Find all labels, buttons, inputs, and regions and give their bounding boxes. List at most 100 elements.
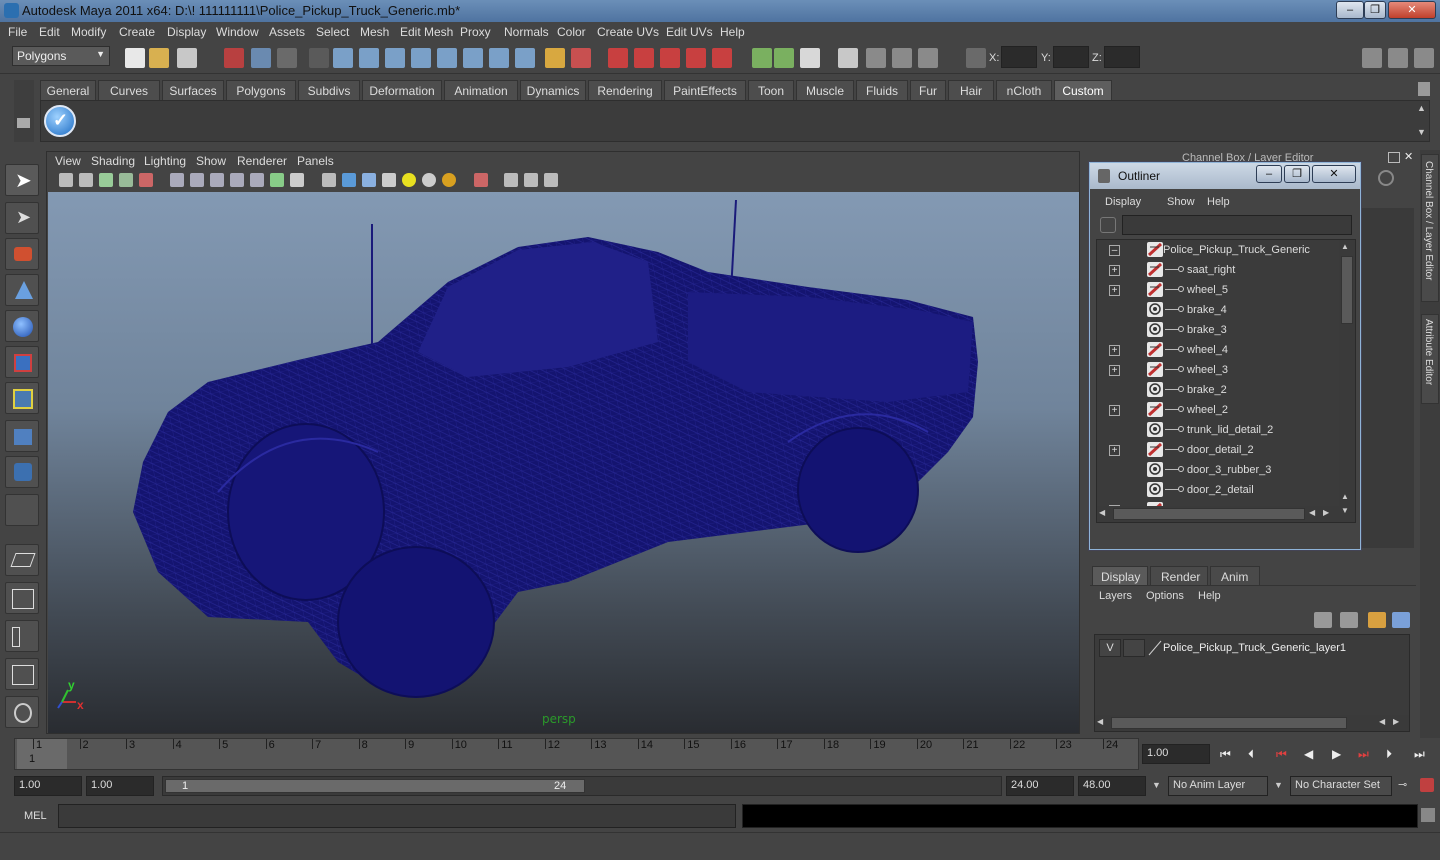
new-empty-layer-icon[interactable] [1368, 612, 1386, 628]
layer-menu-layers[interactable]: Layers [1099, 590, 1132, 602]
select-tool-icon[interactable]: ➤ [5, 164, 39, 196]
y-field[interactable] [1053, 46, 1089, 68]
resolution-gate-icon[interactable] [210, 173, 224, 187]
layer-type-toggle[interactable] [1123, 639, 1145, 657]
xray-components-icon[interactable] [544, 173, 558, 187]
attribute-editor-toggle-icon[interactable] [1362, 48, 1382, 68]
film-gate-icon[interactable] [190, 173, 204, 187]
textured-icon[interactable] [382, 173, 396, 187]
snap-point-icon[interactable] [660, 48, 680, 68]
two-d-pan-zoom-icon[interactable] [139, 173, 153, 187]
scroll-up-icon[interactable]: ▲ [1341, 242, 1353, 254]
collapse-icon[interactable]: – [1109, 245, 1120, 256]
outliner-search-input[interactable] [1122, 215, 1352, 235]
command-input[interactable] [58, 804, 736, 828]
character-set-chevron-icon[interactable]: ▼ [1274, 780, 1283, 790]
safe-title-icon[interactable] [290, 173, 304, 187]
play-forwards-icon[interactable]: ▶ [1332, 748, 1346, 760]
playback-end-field[interactable]: 24.00 [1006, 776, 1074, 796]
outliner-item[interactable]: door_2_detail [1105, 480, 1341, 500]
layer-hscroll-thumb[interactable] [1111, 717, 1347, 729]
character-set-dropdown[interactable]: No Character Set [1290, 776, 1392, 796]
shadows-icon[interactable] [442, 173, 456, 187]
layer-name[interactable]: Police_Pickup_Truck_Generic_layer1 [1163, 642, 1346, 654]
outliner-item[interactable]: brake_2 [1105, 380, 1341, 400]
anim-layer-chevron-icon[interactable]: ▼ [1152, 780, 1161, 790]
channel-box-icon[interactable] [1378, 170, 1394, 186]
menu-mesh[interactable]: Mesh [360, 25, 389, 39]
hypershade-layout-icon[interactable] [5, 696, 39, 728]
move-layer-up-icon[interactable] [1314, 612, 1332, 628]
wireframe-on-shaded-icon[interactable] [362, 173, 376, 187]
layer-tab-display[interactable]: Display [1092, 566, 1148, 586]
play-backwards-icon[interactable]: ◀ [1304, 748, 1318, 760]
graph-editor-layout-icon[interactable] [5, 658, 39, 690]
mask-dropdown-icon[interactable] [309, 48, 329, 68]
layer-tab-anim[interactable]: Anim [1210, 566, 1260, 586]
select-deformations-icon[interactable] [437, 48, 457, 68]
layer-scroll-left-small-icon[interactable]: ◀ [1379, 717, 1391, 729]
outliner-hscrollbar[interactable]: ◀ ◀ ▶ [1097, 506, 1339, 522]
default-lighting-icon[interactable] [402, 173, 416, 187]
input-ops-icon[interactable] [752, 48, 772, 68]
outliner-item[interactable]: – Police_Pickup_Truck_Generic [1105, 240, 1341, 260]
output-ops-icon[interactable] [774, 48, 794, 68]
outliner-minimize-button[interactable]: – [1256, 165, 1282, 183]
tab-deformation[interactable]: Deformation [362, 80, 442, 100]
scroll-down-small-icon[interactable]: ▲ [1341, 492, 1353, 504]
float-panel-icon[interactable] [1388, 152, 1400, 163]
highlight-selection-icon[interactable] [571, 48, 591, 68]
isolate-select-icon[interactable] [474, 173, 488, 187]
menu-edit-mesh[interactable]: Edit Mesh [400, 25, 453, 39]
snap-curve-icon[interactable] [634, 48, 654, 68]
select-rendering-icon[interactable] [489, 48, 509, 68]
lock-selection-icon[interactable] [545, 48, 565, 68]
paint-select-tool-icon[interactable] [5, 238, 39, 270]
rotate-tool-icon[interactable] [5, 310, 39, 342]
menu-create[interactable]: Create [119, 25, 155, 39]
outliner-maximize-button[interactable]: ❐ [1284, 165, 1310, 183]
tab-hair[interactable]: Hair [948, 80, 994, 100]
go-to-start-icon[interactable]: ⏮ [1220, 748, 1234, 760]
outliner-item[interactable]: + wheel_2 [1105, 400, 1341, 420]
step-forward-frame-icon[interactable]: ⏵ [1386, 748, 1400, 760]
tab-general[interactable]: General [40, 80, 96, 100]
snap-view-plane-icon[interactable] [686, 48, 706, 68]
four-view-layout-icon[interactable] [5, 582, 39, 614]
show-manipulator-icon[interactable] [5, 456, 39, 488]
move-tool-icon[interactable] [5, 274, 39, 306]
viewport-menu-panels[interactable]: Panels [297, 154, 334, 168]
outliner-item[interactable]: + saat_right [1105, 260, 1341, 280]
layer-scroll-left-icon[interactable]: ◀ [1097, 717, 1109, 729]
shelf-left-handle[interactable] [14, 80, 34, 142]
new-scene-icon[interactable] [125, 48, 145, 68]
viewport-menu-view[interactable]: View [55, 154, 81, 168]
shelf-scroll-down-icon[interactable]: ▼ [1417, 127, 1429, 139]
minimize-button[interactable]: – [1336, 1, 1364, 19]
key-icon[interactable]: ⊸ [1398, 778, 1407, 791]
playback-start-field[interactable]: 1.00 [86, 776, 154, 796]
tab-animation[interactable]: Animation [444, 80, 518, 100]
soft-mod-tool-icon[interactable] [5, 420, 39, 452]
make-live-icon[interactable] [712, 48, 732, 68]
tab-fluids[interactable]: Fluids [856, 80, 908, 100]
trash-icon[interactable] [1418, 82, 1430, 96]
script-editor-icon[interactable] [1421, 808, 1435, 822]
tab-ncloth[interactable]: nCloth [996, 80, 1052, 100]
step-back-frame-icon[interactable]: ⏴ [1248, 748, 1262, 760]
checkmark-shelf-icon[interactable]: ✓ [44, 105, 76, 137]
outliner-item[interactable]: brake_3 [1105, 320, 1341, 340]
select-misc-icon[interactable] [515, 48, 535, 68]
scroll-right-icon[interactable]: ▶ [1323, 508, 1335, 520]
shelf-tab-menu-icon[interactable] [17, 118, 30, 128]
menu-assets[interactable]: Assets [269, 25, 305, 39]
menu-edit-uvs[interactable]: Edit UVs [666, 25, 713, 39]
menu-color[interactable]: Color [557, 25, 586, 39]
shelf-scroll-up-icon[interactable]: ▲ [1417, 103, 1429, 115]
outliner-item[interactable]: + wheel_5 [1105, 280, 1341, 300]
open-scene-icon[interactable] [149, 48, 169, 68]
outliner-menu-show[interactable]: Show [1167, 196, 1195, 208]
scroll-left-small-icon[interactable]: ◀ [1309, 508, 1321, 520]
close-button[interactable]: ✕ [1388, 1, 1436, 19]
anim-layer-dropdown[interactable]: No Anim Layer [1168, 776, 1268, 796]
